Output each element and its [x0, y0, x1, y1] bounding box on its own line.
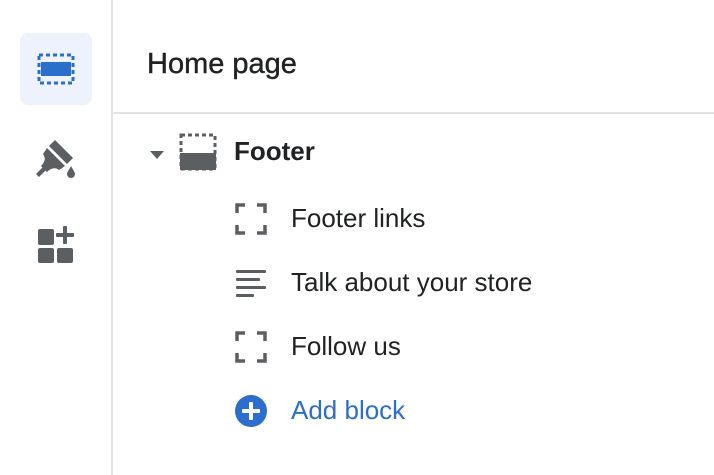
block-label: Follow us	[291, 331, 401, 361]
dashed-block-icon	[235, 331, 267, 368]
footer-section-icon	[179, 133, 217, 176]
text-lines-icon	[235, 267, 267, 304]
page-title: Home page	[147, 48, 297, 80]
block-label: Talk about your store	[291, 267, 533, 297]
block-label: Footer links	[291, 203, 426, 233]
editor-sidebar-rail	[0, 0, 113, 475]
sections-icon	[36, 49, 76, 89]
section-footer[interactable]: Footer	[113, 128, 714, 176]
theme-editor: Home page Footer Footer links Talk about…	[0, 0, 714, 475]
rail-app-embeds-button[interactable]	[20, 209, 92, 281]
paintbrush-icon	[33, 134, 79, 180]
sections-panel: Home page Footer Footer links Talk about…	[113, 0, 714, 475]
app-embeds-icon	[36, 225, 76, 265]
plus-circle-icon	[235, 395, 267, 432]
add-block-button[interactable]: Add block	[231, 389, 701, 433]
panel-header: Home page	[113, 0, 714, 114]
rail-theme-settings-button[interactable]	[20, 121, 92, 193]
section-label: Footer	[234, 136, 315, 166]
block-talk-about-your-store[interactable]: Talk about your store	[231, 261, 701, 305]
block-footer-links[interactable]: Footer links	[231, 197, 701, 241]
rail-sections-button[interactable]	[20, 33, 92, 105]
caret-down-icon[interactable]	[149, 147, 165, 165]
dashed-block-icon	[235, 203, 267, 240]
add-block-label: Add block	[291, 395, 406, 425]
block-follow-us[interactable]: Follow us	[231, 325, 701, 369]
